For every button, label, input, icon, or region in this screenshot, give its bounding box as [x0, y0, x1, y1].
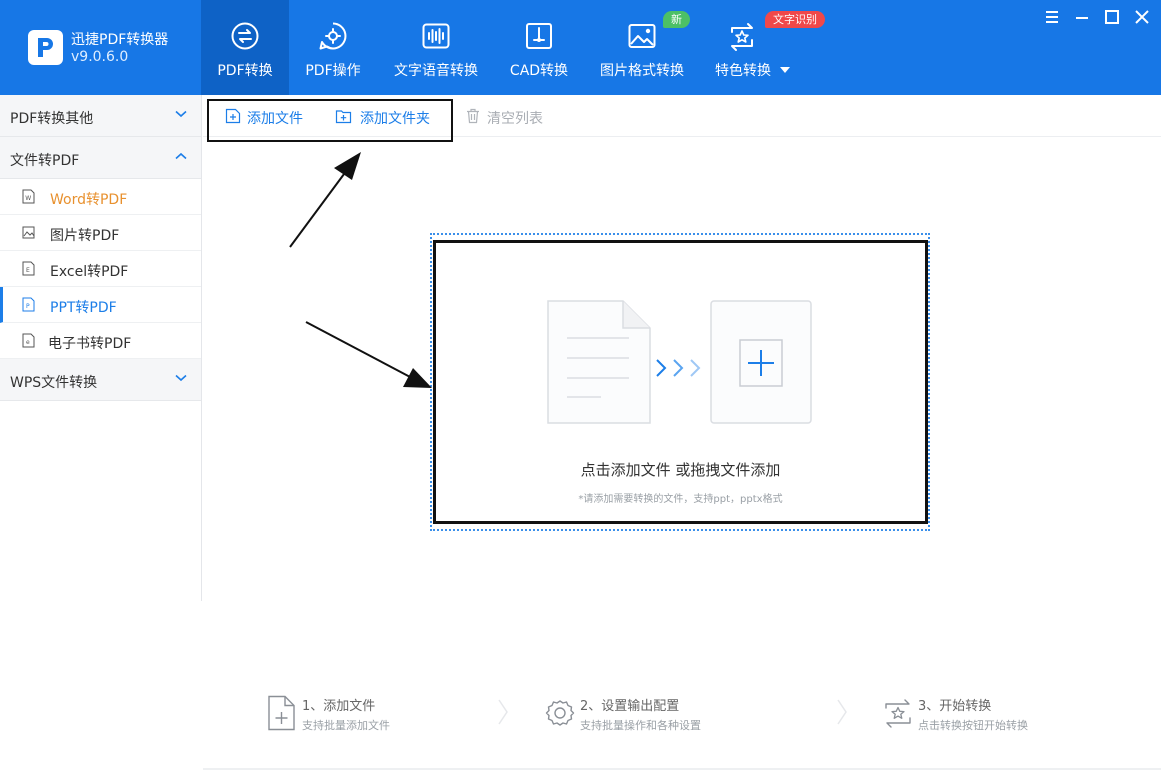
add-file-card-icon[interactable]: [710, 300, 812, 424]
svg-text:W: W: [25, 195, 31, 202]
step-subtitle: 支持批量添加文件: [302, 719, 390, 732]
step-title: 3、开始转换: [918, 699, 992, 714]
sidebar-group-file-to-pdf[interactable]: 文件转PDF: [0, 137, 201, 179]
sidebar-group-label: PDF转换其他: [10, 111, 94, 127]
sidebar-group-label: WPS文件转换: [10, 375, 98, 391]
ocr-badge: 文字识别: [765, 11, 825, 28]
cad-compass-icon: [526, 23, 552, 49]
chevron-down-icon: [175, 110, 187, 118]
app-version: v9.0.6.0: [71, 49, 129, 65]
sidebar-group-pdf-other[interactable]: PDF转换其他: [0, 95, 201, 137]
menu-icon[interactable]: [1044, 9, 1060, 25]
pdf-p-logo-icon: [28, 30, 63, 65]
sidebar-item-word-to-pdf[interactable]: W Word转PDF: [0, 179, 201, 215]
annotation-frame: [433, 240, 928, 524]
trash-icon: [467, 108, 479, 124]
app-header: 迅捷PDF转换器 v9.0.6.0 PDF转换 PDF操作 文字语音转换 CAD…: [0, 0, 1161, 95]
dropzone-title: 点击添加文件 或拖拽文件添加: [580, 461, 781, 479]
step-subtitle: 支持批量操作和各种设置: [580, 719, 701, 732]
word-file-icon: W: [22, 189, 35, 204]
ebook-file-icon: e: [22, 333, 35, 348]
sidebar-group-label: 文件转PDF: [10, 153, 80, 169]
sidebar-item-image-to-pdf[interactable]: 图片转PDF: [0, 215, 201, 251]
clear-list-label: 清空列表: [487, 111, 543, 127]
annotation-highlight-box: [207, 99, 453, 142]
minimize-icon[interactable]: [1074, 9, 1090, 25]
sidebar-item-excel-to-pdf[interactable]: E Excel转PDF: [0, 251, 201, 287]
tab-label: PDF操作: [305, 63, 361, 79]
ppt-file-icon: P: [22, 297, 35, 312]
settings-gear-icon: [545, 700, 575, 726]
sidebar-item-label: Word转PDF: [50, 192, 128, 208]
app-name: 迅捷PDF转换器: [71, 32, 169, 48]
maximize-icon[interactable]: [1104, 9, 1120, 25]
new-badge: 新: [663, 11, 690, 28]
tab-pdf-operate[interactable]: PDF操作: [292, 0, 374, 95]
caret-down-icon[interactable]: [779, 66, 791, 74]
document-icon: [547, 300, 651, 424]
tab-pdf-convert[interactable]: PDF转换: [201, 0, 289, 95]
chevron-up-icon: [175, 152, 187, 160]
image-file-icon: [22, 226, 35, 239]
sidebar-item-ppt-to-pdf[interactable]: P PPT转PDF: [0, 287, 201, 323]
tab-label: 文字语音转换: [394, 63, 478, 79]
sidebar-item-label: 图片转PDF: [50, 228, 120, 244]
svg-text:P: P: [26, 303, 30, 310]
tab-label: CAD转换: [509, 63, 569, 79]
tab-cad-convert[interactable]: CAD转换: [497, 0, 581, 95]
sidebar-item-label: 电子书转PDF: [48, 336, 132, 352]
tab-label: 图片格式转换: [600, 63, 684, 79]
sidebar-item-label: PPT转PDF: [50, 300, 117, 316]
audio-wave-icon: [422, 23, 450, 49]
svg-text:E: E: [26, 267, 30, 274]
chevron-right-icon: [498, 699, 508, 725]
step-subtitle: 点击转换按钮开始转换: [918, 719, 1028, 732]
tab-label: PDF转换: [217, 63, 273, 79]
chevron-down-icon: [175, 374, 187, 382]
close-icon[interactable]: [1134, 9, 1150, 25]
convert-star-icon: [885, 699, 911, 728]
sidebar: PDF转换其他 文件转PDF W Word转PDF 图片转PDF E Excel…: [0, 95, 202, 601]
swap-circle-icon: [231, 22, 259, 50]
add-file-icon: [268, 695, 295, 731]
annotation-arrow-right: [305, 321, 432, 388]
sidebar-group-wps[interactable]: WPS文件转换: [0, 359, 201, 401]
step-title: 1、添加文件: [302, 699, 376, 714]
gear-bubble-icon: [319, 22, 347, 50]
sidebar-item-label: Excel转PDF: [50, 264, 129, 280]
chevron-right-icon: [837, 699, 847, 725]
dropzone-hint: *请添加需要转换的文件，支持ppt，pptx格式: [578, 494, 783, 505]
svg-text:e: e: [26, 339, 30, 346]
image-icon: [628, 24, 656, 48]
tab-text-speech[interactable]: 文字语音转换: [387, 0, 485, 95]
arrow-chevrons-icon: [656, 359, 701, 377]
step-title: 2、设置输出配置: [580, 699, 680, 714]
star-cycle-icon: [731, 23, 753, 51]
excel-file-icon: E: [22, 261, 35, 276]
sidebar-item-ebook-to-pdf[interactable]: e 电子书转PDF: [0, 323, 201, 359]
annotation-arrow-up: [289, 152, 361, 248]
